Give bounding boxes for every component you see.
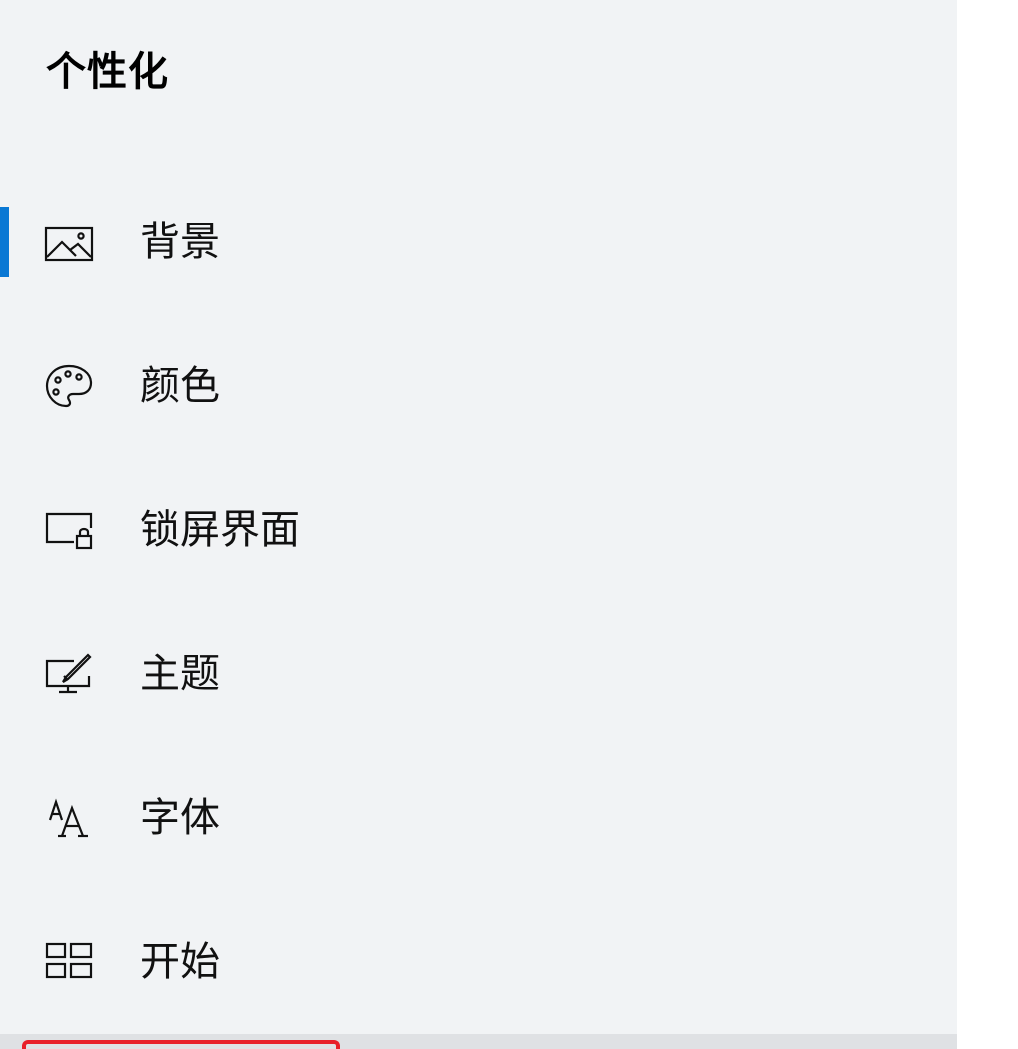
palette-icon [44,364,96,408]
settings-sidebar: 个性化 背景 颜色 锁屏界面 主题 字体 开始 [0,0,957,1049]
selection-indicator [0,495,9,565]
nav-item-label: 锁屏界面 [140,507,300,553]
red-highlight-box [22,1040,340,1049]
page-title: 个性化 [46,49,169,95]
lock-screen-icon [44,508,96,552]
nav-item-fonts[interactable]: 字体 [0,746,957,890]
nav-list: 背景 颜色 锁屏界面 主题 字体 开始 [0,170,957,1034]
nav-item-start[interactable]: 开始 [0,890,957,1034]
nav-item-lock-screen[interactable]: 锁屏界面 [0,458,957,602]
nav-item-label: 背景 [140,219,220,265]
nav-item-label: 颜色 [140,363,220,409]
selection-indicator [0,927,9,997]
selection-indicator [0,639,9,709]
theme-brush-icon [44,652,96,696]
selection-indicator [0,351,9,421]
nav-item-background[interactable]: 背景 [0,170,957,314]
selection-indicator [0,783,9,853]
selection-indicator [0,207,9,277]
nav-item-themes[interactable]: 主题 [0,602,957,746]
nav-item-label: 字体 [140,795,220,841]
start-tiles-icon [44,940,96,984]
picture-icon [44,220,96,264]
nav-item-label: 主题 [140,651,220,697]
nav-item-colors[interactable]: 颜色 [0,314,957,458]
nav-item-label: 开始 [140,939,220,985]
font-icon [44,796,96,840]
